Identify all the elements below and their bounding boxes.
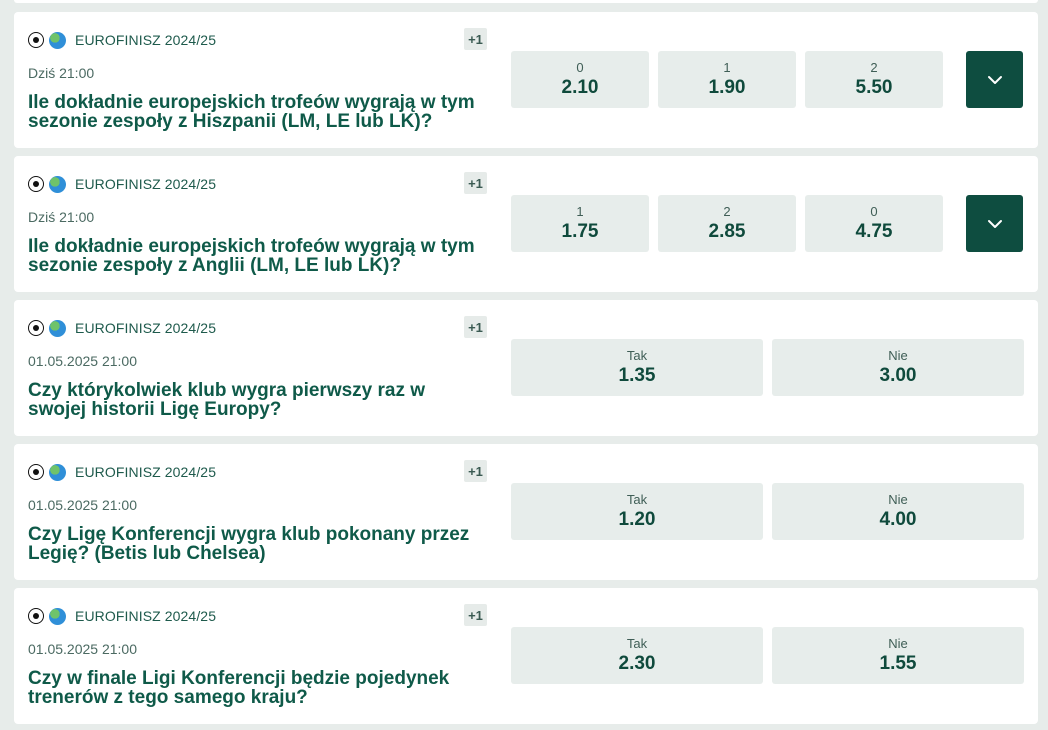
odd-label: Tak bbox=[626, 636, 648, 651]
event-card[interactable]: EUROFINISZ 2024/25 +1 01.05.2025 21:00 C… bbox=[14, 444, 1038, 580]
league-name[interactable]: EUROFINISZ 2024/25 bbox=[75, 176, 216, 192]
event-time: Dziś 21:00 bbox=[28, 65, 95, 81]
football-icon bbox=[28, 176, 44, 192]
odds-group: Tak 2.30 Nie 1.55 bbox=[511, 627, 1024, 684]
league-row: EUROFINISZ 2024/25 bbox=[28, 318, 216, 338]
odd-value: 1.75 bbox=[561, 221, 599, 242]
odd-button[interactable]: Tak 1.35 bbox=[511, 339, 763, 396]
event-title[interactable]: Czy Ligę Konferencji wygra klub pokonany… bbox=[28, 525, 488, 563]
odd-value: 4.00 bbox=[879, 509, 917, 530]
league-row: EUROFINISZ 2024/25 bbox=[28, 174, 216, 194]
odd-label: 1 bbox=[576, 204, 584, 219]
odds-group: Tak 1.20 Nie 4.00 bbox=[511, 483, 1024, 540]
extra-markets-badge[interactable]: +1 bbox=[464, 28, 487, 50]
odd-button[interactable]: 1 1.75 bbox=[511, 195, 649, 252]
football-icon bbox=[28, 608, 44, 624]
league-row: EUROFINISZ 2024/25 bbox=[28, 30, 216, 50]
odds-group: Tak 1.35 Nie 3.00 bbox=[511, 339, 1024, 396]
football-icon bbox=[28, 32, 44, 48]
chevron-down-icon bbox=[987, 219, 1002, 228]
odd-label: Tak bbox=[626, 492, 648, 507]
globe-icon bbox=[49, 463, 66, 481]
event-title[interactable]: Ile dokładnie europejskich trofeów wygra… bbox=[28, 237, 488, 275]
odd-button[interactable]: 0 2.10 bbox=[511, 51, 649, 108]
previous-card-edge bbox=[14, 0, 1038, 3]
odds-group: 1 1.75 2 2.85 0 4.75 bbox=[511, 195, 943, 252]
event-list: EUROFINISZ 2024/25 +1 Dziś 21:00 Ile dok… bbox=[0, 0, 1048, 730]
league-name[interactable]: EUROFINISZ 2024/25 bbox=[75, 608, 216, 624]
odd-label: 2 bbox=[870, 60, 878, 75]
odd-value: 4.75 bbox=[855, 221, 893, 242]
league-row: EUROFINISZ 2024/25 bbox=[28, 462, 216, 482]
odd-value: 1.90 bbox=[708, 77, 746, 98]
event-title[interactable]: Czy którykolwiek klub wygra pierwszy raz… bbox=[28, 381, 488, 419]
league-name[interactable]: EUROFINISZ 2024/25 bbox=[75, 464, 216, 480]
event-card[interactable]: EUROFINISZ 2024/25 +1 Dziś 21:00 Ile dok… bbox=[14, 12, 1038, 148]
event-time: 01.05.2025 21:00 bbox=[28, 497, 137, 513]
extra-markets-badge[interactable]: +1 bbox=[464, 172, 487, 194]
odds-group: 0 2.10 1 1.90 2 5.50 bbox=[511, 51, 943, 108]
odd-value: 1.35 bbox=[618, 365, 656, 386]
odd-label: Tak bbox=[626, 348, 648, 363]
globe-icon bbox=[49, 607, 66, 625]
event-time: 01.05.2025 21:00 bbox=[28, 641, 137, 657]
odd-button[interactable]: 2 2.85 bbox=[658, 195, 796, 252]
odd-value: 2.10 bbox=[561, 77, 599, 98]
extra-markets-badge[interactable]: +1 bbox=[464, 316, 487, 338]
odd-label: Nie bbox=[888, 348, 908, 363]
extra-markets-badge[interactable]: +1 bbox=[464, 460, 487, 482]
odd-button[interactable]: Tak 2.30 bbox=[511, 627, 763, 684]
expand-markets-button[interactable] bbox=[966, 195, 1023, 252]
odd-button[interactable]: 0 4.75 bbox=[805, 195, 943, 252]
odd-button[interactable]: 1 1.90 bbox=[658, 51, 796, 108]
odd-button[interactable]: Nie 1.55 bbox=[772, 627, 1024, 684]
league-name[interactable]: EUROFINISZ 2024/25 bbox=[75, 320, 216, 336]
odd-label: Nie bbox=[888, 636, 908, 651]
odd-button[interactable]: Nie 3.00 bbox=[772, 339, 1024, 396]
odd-value: 1.55 bbox=[879, 653, 917, 674]
odd-value: 2.85 bbox=[708, 221, 746, 242]
odd-value: 2.30 bbox=[618, 653, 656, 674]
event-card[interactable]: EUROFINISZ 2024/25 +1 01.05.2025 21:00 C… bbox=[14, 300, 1038, 436]
globe-icon bbox=[49, 175, 66, 193]
league-name[interactable]: EUROFINISZ 2024/25 bbox=[75, 32, 216, 48]
globe-icon bbox=[49, 319, 66, 337]
event-card[interactable]: EUROFINISZ 2024/25 +1 01.05.2025 21:00 C… bbox=[14, 588, 1038, 724]
odd-label: 1 bbox=[723, 60, 731, 75]
odd-label: 0 bbox=[870, 204, 878, 219]
odd-button[interactable]: 2 5.50 bbox=[805, 51, 943, 108]
odd-value: 3.00 bbox=[879, 365, 917, 386]
odd-value: 5.50 bbox=[855, 77, 893, 98]
globe-icon bbox=[49, 31, 66, 49]
odd-button[interactable]: Tak 1.20 bbox=[511, 483, 763, 540]
odd-label: Nie bbox=[888, 492, 908, 507]
football-icon bbox=[28, 320, 44, 336]
football-icon bbox=[28, 464, 44, 480]
event-time: 01.05.2025 21:00 bbox=[28, 353, 137, 369]
odd-button[interactable]: Nie 4.00 bbox=[772, 483, 1024, 540]
chevron-down-icon bbox=[987, 75, 1002, 84]
event-card[interactable]: EUROFINISZ 2024/25 +1 Dziś 21:00 Ile dok… bbox=[14, 156, 1038, 292]
odd-label: 0 bbox=[576, 60, 584, 75]
event-title[interactable]: Czy w finale Ligi Konferencji będzie poj… bbox=[28, 669, 488, 707]
event-time: Dziś 21:00 bbox=[28, 209, 95, 225]
event-title[interactable]: Ile dokładnie europejskich trofeów wygra… bbox=[28, 93, 488, 131]
expand-markets-button[interactable] bbox=[966, 51, 1023, 108]
odd-value: 1.20 bbox=[618, 509, 656, 530]
odd-label: 2 bbox=[723, 204, 731, 219]
extra-markets-badge[interactable]: +1 bbox=[464, 604, 487, 626]
league-row: EUROFINISZ 2024/25 bbox=[28, 606, 216, 626]
